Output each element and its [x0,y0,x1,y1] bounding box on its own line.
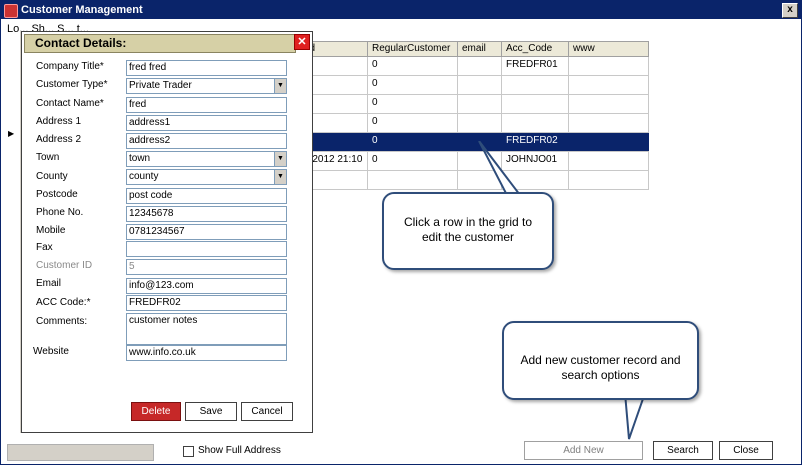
add-hint-callout: Add new customer record and search optio… [502,321,699,400]
mobile-label: Mobile [36,225,66,236]
bottom-toolbar: Show Full Address Add New Search Close [1,438,801,464]
save-button[interactable]: Save [185,402,237,421]
table-cell: 0 [368,95,458,113]
company-title-field[interactable]: fred fred [126,60,287,76]
mobile-field[interactable]: 0781234567 [126,224,287,240]
column-header[interactable]: Acc_Code [502,42,569,56]
county-value: county [129,171,159,182]
customer-management-window: Customer Management x Lo... Sh... S... t… [0,0,802,465]
table-cell: 0 [368,57,458,75]
table-cell [569,76,649,94]
customer-type-select[interactable]: Private Trader ▼ [126,78,287,94]
phone-label: Phone No. [36,207,84,218]
table-cell [458,57,502,75]
contact-details-dialog: Contact Details: ✕ Company Title* fred f… [21,31,313,433]
callout-tail-icon [623,393,647,440]
column-header[interactable]: www [569,42,649,56]
customer-type-label: Customer Type* [36,79,108,90]
table-cell [458,76,502,94]
table-cell: 0 [368,152,458,170]
window-close-icon[interactable]: x [782,3,798,18]
town-value: town [129,153,151,164]
address1-field[interactable]: address1 [126,115,287,131]
town-label: Town [36,152,60,163]
fax-label: Fax [36,242,53,253]
acc-code-label: ACC Code:* [36,297,91,308]
dialog-title-bar: Contact Details: [24,34,296,53]
contact-name-label: Contact Name* [36,98,104,109]
table-row[interactable]: 0 [300,114,649,133]
comments-field[interactable]: customer notes [126,313,287,345]
table-cell [569,152,649,170]
delete-button[interactable]: Delete [131,402,181,421]
table-cell [569,133,649,151]
table-cell: FREDFR01 [502,57,569,75]
contact-name-field[interactable]: fred [126,97,287,113]
table-cell [502,95,569,113]
table-row[interactable]: 0 [300,76,649,95]
table-cell [569,95,649,113]
grid-hint-callout: Click a row in the grid to edit the cust… [382,192,554,270]
table-cell [569,57,649,75]
acc-code-field[interactable]: FREDFR02 [126,295,287,311]
phone-field[interactable]: 12345678 [126,206,287,222]
show-full-address-checkbox[interactable] [183,446,194,457]
table-row[interactable]: 0 [300,95,649,114]
table-row[interactable]: 0 FREDFR01 [300,57,649,76]
website-field[interactable]: www.info.co.uk [126,345,287,361]
window-title: Customer Management [21,4,143,16]
grid-hint-text: Click a row in the grid to edit the cust… [403,215,533,244]
address1-label: Address 1 [36,116,82,127]
address2-field[interactable]: address2 [126,133,287,149]
table-cell: 0 [368,133,458,151]
comments-label: Comments: [36,316,88,327]
customer-id-field: 5 [126,259,287,275]
table-cell [368,171,458,189]
email-label: Email [36,278,62,289]
customer-id-label: Customer ID [36,260,93,271]
table-cell [458,114,502,132]
customer-type-value: Private Trader [129,80,192,91]
fax-field[interactable] [126,241,287,257]
table-cell: 0 [368,76,458,94]
address2-label: Address 2 [36,134,82,145]
dialog-title: Contact Details: [35,36,127,50]
table-cell [569,171,649,189]
add-new-button[interactable]: Add New [524,441,643,460]
company-title-label: Company Title* [36,61,104,72]
search-button[interactable]: Search [653,441,713,460]
title-bar: Customer Management x [1,1,801,19]
table-cell: 0 [368,114,458,132]
close-button[interactable]: Close [719,441,773,460]
chevron-down-icon[interactable]: ▼ [274,152,286,166]
email-field[interactable]: info@123.com [126,278,287,294]
dialog-close-icon[interactable]: ✕ [294,34,310,50]
postcode-label: Postcode [36,189,78,200]
chevron-down-icon[interactable]: ▼ [274,170,286,184]
town-select[interactable]: town ▼ [126,151,287,167]
table-cell [569,114,649,132]
chevron-down-icon[interactable]: ▼ [274,79,286,93]
column-header[interactable]: RegularCustomer [368,42,458,56]
status-box [7,444,154,461]
table-cell [502,76,569,94]
table-cell [458,95,502,113]
county-label: County [36,171,68,182]
table-cell [502,114,569,132]
website-label: Website [33,346,69,357]
column-header[interactable]: email [458,42,502,56]
county-select[interactable]: county ▼ [126,169,287,185]
grid-header: ed RegularCustomer email Acc_Code www [300,41,649,57]
add-hint-text: Add new customer record and search optio… [520,353,681,382]
postcode-field[interactable]: post code [126,188,287,204]
row-selector-icon: ▶ [8,129,15,138]
show-full-address-label: Show Full Address [198,445,281,456]
cancel-button[interactable]: Cancel [241,402,293,421]
app-icon [4,4,18,18]
